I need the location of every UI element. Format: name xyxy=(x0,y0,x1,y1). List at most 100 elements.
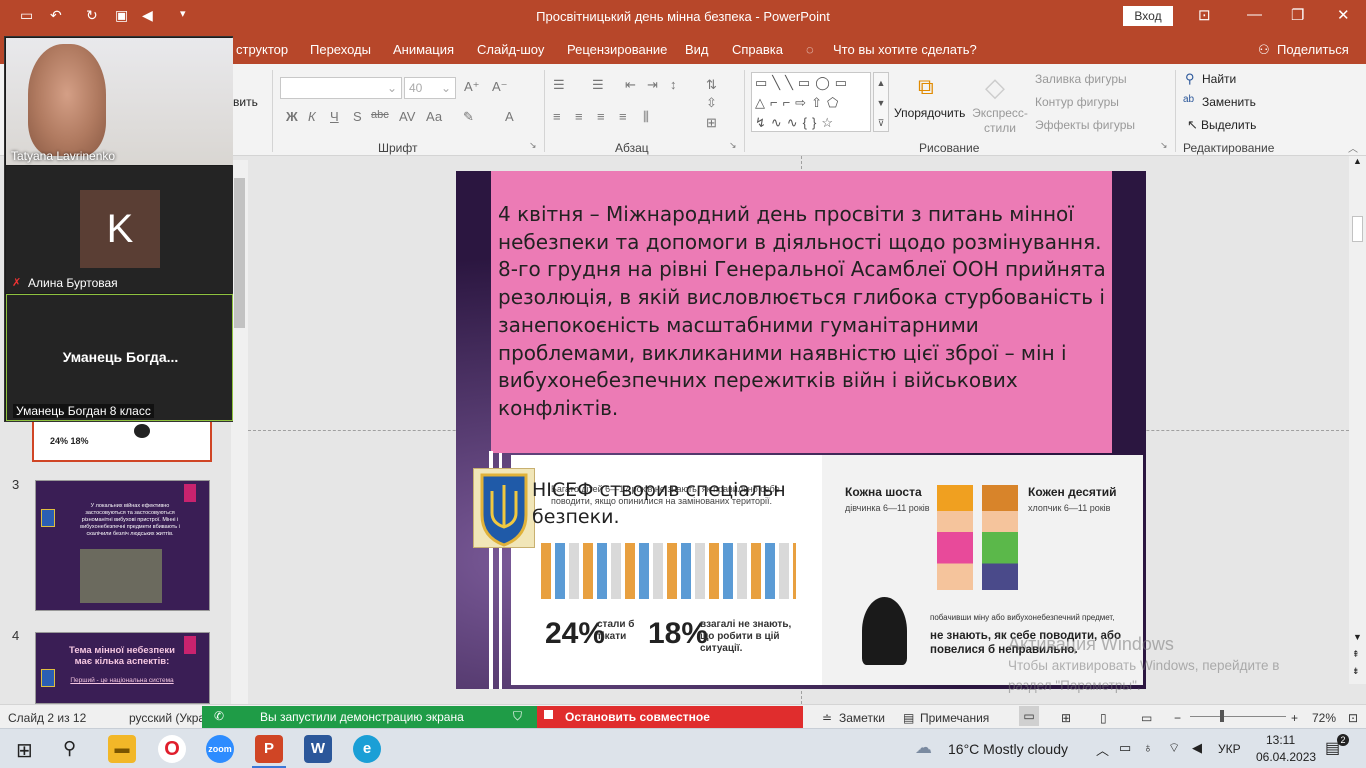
tab-help[interactable]: Справка xyxy=(732,42,783,57)
slide-text-box[interactable]: 4 квітня – Міжнародний день просвіти з п… xyxy=(491,171,1112,453)
find-button[interactable]: Найти xyxy=(1202,72,1236,86)
chevron-up-icon[interactable]: ︿ xyxy=(1096,740,1109,759)
font-size-combo[interactable]: 40 ⌄ xyxy=(404,77,456,99)
shape-effects-button[interactable]: Эффекты фигуры xyxy=(1035,118,1135,132)
font-name-combo[interactable]: ⌄ xyxy=(280,77,402,99)
align-text-icon[interactable]: ⇳ xyxy=(706,95,717,111)
close-button[interactable]: ✕ xyxy=(1337,6,1350,24)
weather-text[interactable]: 16°C Mostly cloudy xyxy=(948,741,1068,757)
select-button[interactable]: Выделить xyxy=(1201,118,1256,132)
file-explorer-icon[interactable]: ▬ xyxy=(108,735,136,763)
dialog-launcher-icon[interactable]: ↘ xyxy=(729,140,737,151)
highlight-icon[interactable]: ✎ xyxy=(463,109,474,125)
opera-icon[interactable]: O xyxy=(158,735,186,763)
comments-button[interactable]: Примечания xyxy=(920,711,989,725)
char-spacing-icon[interactable]: AV xyxy=(399,109,415,124)
bullets-icon[interactable]: ☰ xyxy=(553,77,565,93)
signin-button[interactable]: Вход xyxy=(1123,6,1173,26)
reading-view-icon[interactable]: ▯ xyxy=(1100,711,1107,725)
arrange-button[interactable]: Упорядочить xyxy=(894,106,965,120)
scroll-up-icon[interactable]: ▲ xyxy=(1353,156,1362,166)
next-slide-icon[interactable]: ⇟ xyxy=(1352,666,1360,677)
microphone-icon[interactable]: ♁ xyxy=(1143,740,1153,755)
smartart-icon[interactable]: ⊞ xyxy=(706,115,717,131)
wifi-icon[interactable]: ⌔ xyxy=(1168,740,1180,756)
zoom-slider-thumb[interactable] xyxy=(1220,710,1224,722)
bold-button[interactable]: Ж xyxy=(286,109,298,124)
search-icon[interactable]: ⚲ xyxy=(63,738,76,759)
quick-styles-button[interactable]: Экспресс-стили xyxy=(972,106,1028,136)
tab-animations[interactable]: Анимация xyxy=(393,42,454,57)
volume-icon[interactable]: ◀ xyxy=(1192,740,1202,756)
clock-date[interactable]: 06.04.2023 xyxy=(1256,750,1316,764)
shadow-button[interactable]: S xyxy=(353,109,362,124)
stop-share-button[interactable]: Остановить совместное использование xyxy=(537,706,803,738)
italic-button[interactable]: К xyxy=(308,109,316,124)
tab-slideshow[interactable]: Слайд-шоу xyxy=(477,42,544,57)
tab-transitions[interactable]: Переходы xyxy=(310,42,371,57)
align-center-icon[interactable]: ≡ xyxy=(575,109,583,124)
minimize-button[interactable]: — xyxy=(1247,6,1262,23)
edge-icon[interactable]: e xyxy=(353,735,381,763)
notes-button[interactable]: Заметки xyxy=(839,711,885,725)
shape-outline-button[interactable]: Контур фигуры xyxy=(1035,95,1119,109)
word-icon[interactable]: W xyxy=(304,735,332,763)
share-button[interactable]: Поделиться xyxy=(1277,42,1349,57)
input-language[interactable]: УКР xyxy=(1218,742,1241,756)
strikethrough-button[interactable]: abc xyxy=(371,109,389,121)
tell-me-search[interactable]: Что вы хотите сделать? xyxy=(833,42,977,57)
scroll-thumb[interactable] xyxy=(234,178,245,328)
shrink-font-icon[interactable]: A⁻ xyxy=(492,79,508,95)
slideshow-view-icon[interactable]: ▭ xyxy=(1141,711,1152,725)
justify-icon[interactable]: ≡ xyxy=(619,109,627,124)
editor-scrollbar[interactable]: ▲ ▼ ⇞ ⇟ xyxy=(1349,156,1366,684)
ribbon-display-icon[interactable]: ⊡ xyxy=(1198,6,1211,24)
zoom-slider[interactable] xyxy=(1190,716,1286,717)
scroll-down-icon[interactable]: ▼ xyxy=(1353,632,1362,642)
battery-icon[interactable]: ▭ xyxy=(1119,740,1131,756)
zoom-participants-panel[interactable]: Tatyana Lavrinenko K ✗ Алина Буртовая Ум… xyxy=(4,36,233,422)
quick-styles-icon[interactable]: ◇ xyxy=(985,72,1005,103)
participant-tile-video[interactable] xyxy=(6,38,233,165)
maximize-button[interactable]: ❐ xyxy=(1291,6,1304,24)
numbering-icon[interactable]: ☰ xyxy=(592,77,604,93)
scroll-thumb[interactable] xyxy=(1352,216,1363,242)
change-case-button[interactable]: Аа xyxy=(426,109,442,124)
shapes-gallery[interactable]: ▭╲╲▭◯▭ △⌐⌐⇨⇧⬠ ↯∿∿{}☆ xyxy=(751,72,871,132)
fit-slide-icon[interactable]: ⊡ xyxy=(1348,711,1358,725)
thumbnail-slide-4[interactable]: Тема мінної небезпеки має кілька аспекті… xyxy=(35,632,210,704)
clock-time[interactable]: 13:11 xyxy=(1266,733,1295,747)
arrange-icon[interactable]: ⧉ xyxy=(918,74,934,100)
columns-icon[interactable]: ⫼ xyxy=(643,109,649,125)
paste-label[interactable]: вить xyxy=(233,95,258,109)
slide-sorter-icon[interactable]: ⊞ xyxy=(1061,711,1071,725)
tab-review[interactable]: Рецензирование xyxy=(567,42,667,57)
powerpoint-icon[interactable]: P xyxy=(255,735,283,763)
text-direction-icon[interactable]: ⇅ xyxy=(706,77,717,93)
zoom-out-icon[interactable]: − xyxy=(1174,711,1181,725)
replace-button[interactable]: Заменить xyxy=(1202,95,1256,109)
collapse-ribbon-icon[interactable]: ︿ xyxy=(1348,140,1358,155)
increase-indent-icon[interactable]: ⇥ xyxy=(647,77,658,93)
zoom-level[interactable]: 72% xyxy=(1312,711,1336,725)
align-left-icon[interactable]: ≡ xyxy=(553,109,561,124)
underline-button[interactable]: Ч xyxy=(330,109,339,124)
participant-tile-speaking[interactable]: Уманець Богда... Уманець Богдан 8 класс xyxy=(6,294,233,421)
windows-start-icon[interactable]: ⊞ xyxy=(16,738,33,763)
prev-slide-icon[interactable]: ⇞ xyxy=(1352,649,1360,660)
slide-canvas[interactable]: 4 квітня – Міжнародний день просвіти з п… xyxy=(456,171,1146,689)
decrease-indent-icon[interactable]: ⇤ xyxy=(625,77,636,93)
tab-design[interactable]: структор xyxy=(236,42,288,57)
thumbnails-scrollbar[interactable] xyxy=(231,160,248,704)
thumbnail-slide-3[interactable]: У локальних війнах ефективно застосовуют… xyxy=(35,480,210,611)
dialog-launcher-icon[interactable]: ↘ xyxy=(529,140,537,151)
zoom-in-icon[interactable]: + xyxy=(1291,711,1298,725)
shapes-scroll[interactable]: ▲ ▼ ⊽ xyxy=(873,72,889,132)
dialog-launcher-icon[interactable]: ↘ xyxy=(1160,140,1168,151)
font-color-button[interactable]: А xyxy=(505,109,514,124)
normal-view-icon[interactable]: ▭ xyxy=(1019,706,1039,726)
zoom-app-icon[interactable]: zoom xyxy=(206,735,234,763)
language-indicator[interactable]: русский (Укра xyxy=(129,711,205,725)
participant-tile-avatar[interactable]: K ✗ Алина Буртовая xyxy=(6,166,233,293)
line-spacing-icon[interactable]: ↕ xyxy=(670,77,677,92)
